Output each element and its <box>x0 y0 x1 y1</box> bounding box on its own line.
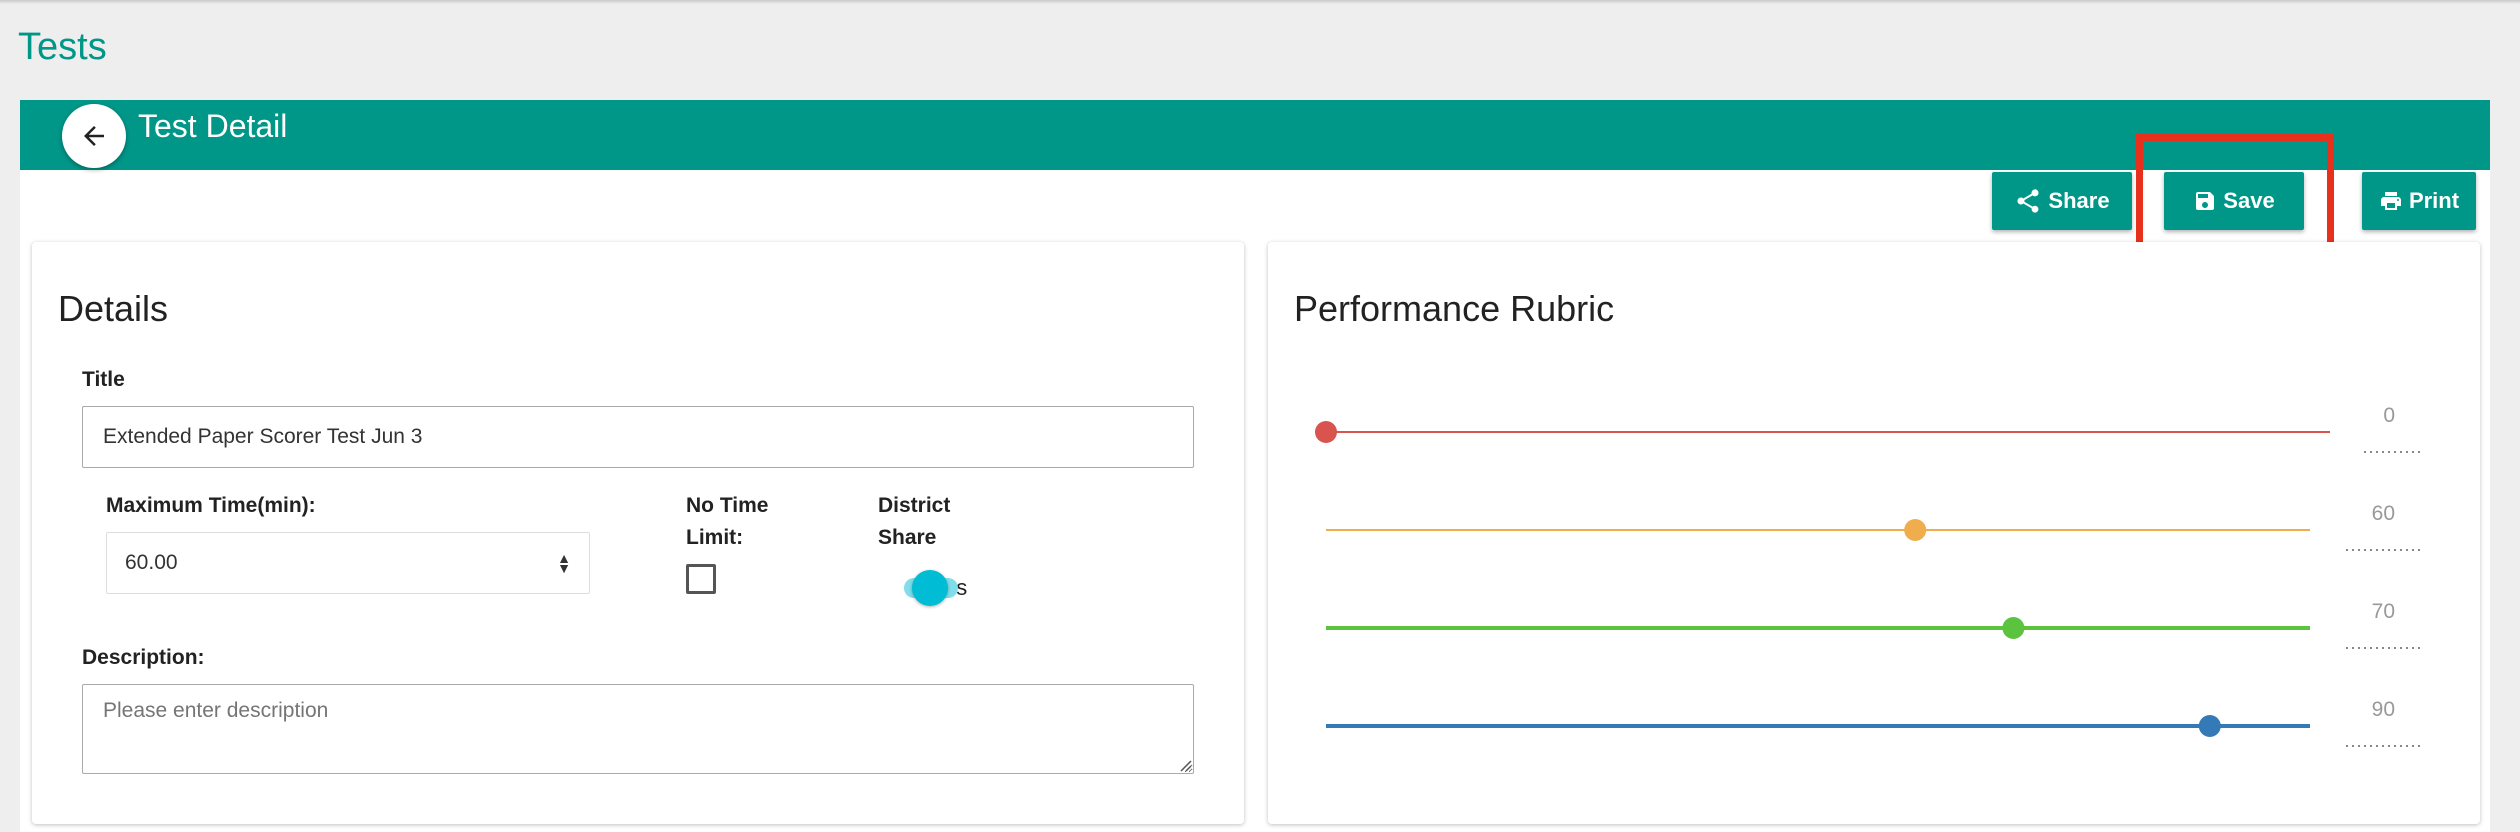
description-label: Description: <box>82 646 205 669</box>
rubric-sliders: 0 60 70 90 <box>1315 404 2424 747</box>
title-label: Title <box>82 368 125 391</box>
no-time-limit-checkbox[interactable] <box>686 564 716 594</box>
top-shadow <box>0 0 2520 4</box>
page-title: Tests <box>18 26 107 68</box>
rubric-slider-value-1: 60 <box>2372 502 2395 525</box>
no-time-limit-label: No Time Limit: <box>686 490 768 554</box>
performance-rubric-card: Performance Rubric 0 60 70 90 <box>1268 242 2480 824</box>
max-time-value: 60.00 <box>125 551 178 574</box>
header-bar <box>20 100 2490 170</box>
rubric-slider-value-0: 0 <box>2383 404 2395 427</box>
rubric-slider-handle-3[interactable] <box>2198 715 2221 737</box>
print-button[interactable]: Print <box>2362 172 2476 230</box>
arrow-left-icon <box>84 126 104 146</box>
district-share-label: District Share <box>878 490 950 554</box>
spinner-down-icon[interactable]: ▼ <box>557 561 571 575</box>
share-button[interactable]: Share <box>1992 172 2132 230</box>
resize-grip-icon[interactable] <box>1178 758 1192 772</box>
header-title: Test Detail <box>138 108 288 144</box>
rubric-slider-value-3: 90 <box>2372 698 2395 721</box>
printer-icon <box>2380 192 2401 210</box>
title-input[interactable] <box>82 406 1194 468</box>
rubric-slider-value-2: 70 <box>2372 600 2395 623</box>
details-heading: Details <box>58 288 169 329</box>
no-time-label-line1: No Time <box>686 494 769 517</box>
rubric-slider-handle-2[interactable] <box>2002 617 2025 639</box>
save-highlight-box <box>2136 134 2334 252</box>
rubric-slider-handle-0[interactable] <box>1315 421 1337 443</box>
no-time-label-line2: Limit: <box>686 526 744 549</box>
description-textarea[interactable] <box>82 684 1194 774</box>
district-label-line1: District <box>878 494 951 517</box>
number-spinner[interactable]: ▲ ▼ <box>557 551 571 575</box>
rubric-slider-handle-1[interactable] <box>1904 519 1927 541</box>
district-label-line2: Share <box>878 526 937 549</box>
back-button[interactable] <box>62 104 126 168</box>
max-time-label: Maximum Time(min): <box>106 494 316 517</box>
share-label: Share <box>2048 188 2110 213</box>
print-label: Print <box>2408 188 2460 213</box>
details-card: Details Title Maximum Time(min): 60.00 ▲… <box>32 242 1244 824</box>
district-share-toggle-knob[interactable] <box>912 570 948 606</box>
max-time-input[interactable]: 60.00 ▲ ▼ <box>106 532 590 594</box>
share-icon <box>2017 189 2039 213</box>
